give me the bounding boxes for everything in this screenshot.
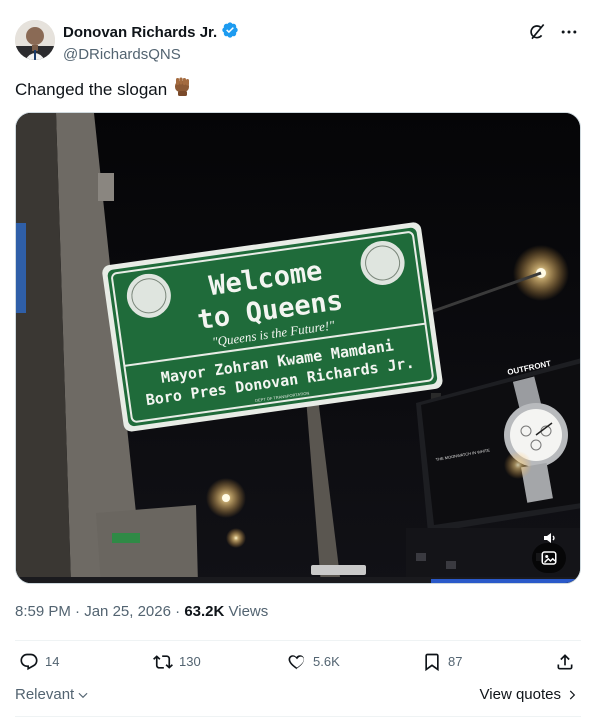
like-button[interactable]: 5.6K <box>287 652 340 672</box>
meta-separator: · <box>175 603 185 620</box>
repost-button[interactable]: 130 <box>153 652 201 672</box>
tweet-text: Changed the slogan <box>15 75 193 104</box>
image-edit-icon <box>541 551 557 565</box>
view-quotes-link[interactable]: View quotes <box>480 686 579 703</box>
like-count: 5.6K <box>313 654 340 669</box>
more-icon[interactable] <box>559 22 579 42</box>
raised-fist-emoji-icon <box>171 75 193 104</box>
verified-badge-icon <box>221 21 239 45</box>
grok-icon[interactable] <box>527 22 547 42</box>
tweet-meta: 8:59 PM · Jan 25, 2026 · 63.2K Views <box>15 602 268 622</box>
tweet-time[interactable]: 8:59 PM <box>15 603 71 620</box>
image-options-button[interactable] <box>532 543 566 573</box>
reply-icon <box>20 653 38 671</box>
author-names: Donovan Richards Jr. @DRichardsQNS <box>63 21 239 65</box>
tweet-photo[interactable]: OUTFRONT THE MOONWATCH IN WHITE Welcome … <box>15 112 581 584</box>
divider-bottom <box>15 716 581 717</box>
header-actions <box>527 22 579 42</box>
tweet-actions: 14 130 5.6K 87 <box>15 652 581 676</box>
reply-button[interactable]: 14 <box>19 652 59 672</box>
avatar[interactable] <box>15 20 55 60</box>
tweet-text-body: Changed the slogan <box>15 79 168 99</box>
bookmark-button[interactable]: 87 <box>422 652 462 672</box>
replies-footer: Relevant View quotes <box>15 686 581 706</box>
views-count: 63.2K <box>184 603 225 620</box>
repost-count: 130 <box>179 654 201 669</box>
repost-icon <box>153 655 173 669</box>
share-icon <box>557 654 573 670</box>
share-button[interactable] <box>555 652 575 672</box>
heart-icon <box>288 655 305 670</box>
tweet-header: Donovan Richards Jr. @DRichardsQNS <box>15 20 581 65</box>
divider-top <box>15 640 581 641</box>
view-quotes-label: View quotes <box>479 686 561 703</box>
tweet-date[interactable]: Jan 25, 2026 <box>84 603 171 620</box>
sort-dropdown[interactable]: Relevant <box>15 686 90 703</box>
author-handle[interactable]: @DRichardsQNS <box>63 45 239 65</box>
bookmark-icon <box>425 653 439 672</box>
author-display-name[interactable]: Donovan Richards Jr. <box>63 23 217 43</box>
chevron-down-icon <box>78 692 88 698</box>
sort-label: Relevant <box>15 686 75 703</box>
views-label: Views <box>228 603 269 620</box>
chevron-right-icon <box>569 690 576 699</box>
reply-count: 14 <box>45 654 60 669</box>
author-display-name-row[interactable]: Donovan Richards Jr. <box>63 21 239 45</box>
meta-separator: · <box>75 603 85 620</box>
bookmark-count: 87 <box>448 654 463 669</box>
